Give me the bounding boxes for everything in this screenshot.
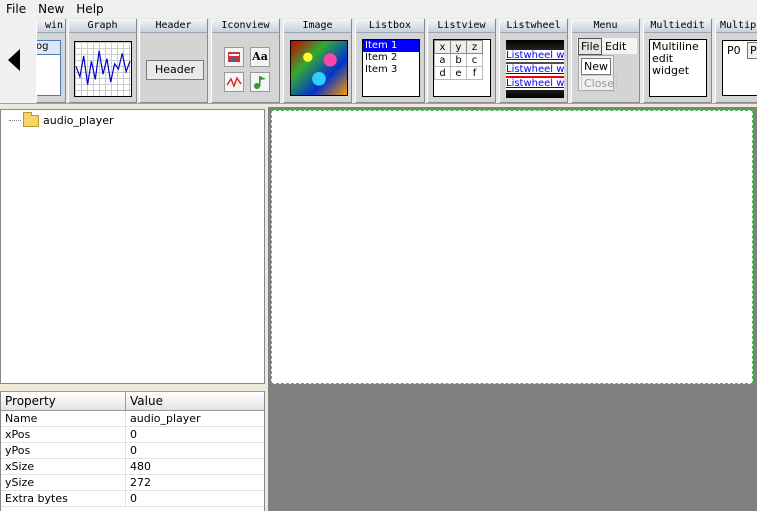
image-preview <box>290 40 348 96</box>
listview-grid: x y z a b c d e f <box>434 40 483 80</box>
listbox-item: Item 3 <box>365 64 398 75</box>
menu-file[interactable]: File <box>0 0 32 18</box>
listview-preview: x y z a b c d e f <box>433 39 491 97</box>
property-value[interactable]: 0 <box>126 491 264 506</box>
music-note-icon <box>250 72 270 92</box>
tile-title: Multip <box>716 19 757 33</box>
property-value[interactable]: 0 <box>126 427 264 442</box>
palette-tile-image[interactable]: Image <box>283 19 352 103</box>
listview-header-cell: y <box>450 40 467 54</box>
menu-preview-file: File <box>578 38 603 55</box>
menu-preview-dropdown: New Close <box>578 55 617 92</box>
tree-node-root[interactable]: audio_player <box>9 111 114 127</box>
listbox-item: Item 1 <box>363 40 419 52</box>
menu-bar: File New Help <box>0 0 757 18</box>
listview-cell: f <box>466 66 483 80</box>
palette-scroll-area <box>0 18 36 103</box>
window-preview-text: og <box>37 41 60 55</box>
design-area <box>268 107 757 511</box>
column-header-value[interactable]: Value <box>126 392 163 410</box>
column-header-property[interactable]: Property <box>1 392 126 410</box>
palette-tile-iconview[interactable]: Iconview Aa <box>211 19 280 103</box>
listbox-item: Item 2 <box>365 52 398 63</box>
menu-new[interactable]: New <box>32 0 70 18</box>
property-name: yPos <box>1 443 126 458</box>
chart-icon <box>224 72 244 92</box>
font-icon: Aa <box>250 47 270 67</box>
widget-palette: win og Graph Header Header Iconview Aa I… <box>0 18 757 104</box>
graph-line-icon <box>75 50 131 85</box>
multiedit-preview: Multiline edit widget <box>649 39 707 97</box>
tile-title: Listview <box>428 19 495 33</box>
palette-tile-graph[interactable]: Graph <box>68 19 137 103</box>
property-value[interactable]: audio_player <box>126 411 264 426</box>
property-name: ySize <box>1 475 126 490</box>
menu-preview-edit: Edit <box>605 40 627 53</box>
multipage-preview: P0 P <box>722 40 757 96</box>
property-value[interactable]: 480 <box>126 459 264 474</box>
tile-title: Menu <box>572 19 639 33</box>
tile-title: Graph <box>69 19 136 33</box>
multipage-tab: P <box>747 42 757 59</box>
folder-icon <box>23 111 39 127</box>
listview-cell: a <box>434 53 451 67</box>
multiedit-line: widget <box>652 64 690 77</box>
tile-title: Listwheel <box>500 19 567 33</box>
tree-connector-line <box>9 120 21 121</box>
palette-tile-multiedit[interactable]: Multiedit Multiline edit widget <box>643 19 712 103</box>
palette-tile-listbox[interactable]: Listbox Item 1 Item 2 Item 3 <box>355 19 425 103</box>
listwheel-item: Listwheel wi <box>506 78 564 90</box>
property-name: xSize <box>1 459 126 474</box>
property-row[interactable]: Name audio_player <box>1 411 264 427</box>
palette-tile-multipage[interactable]: Multip P0 P <box>715 19 757 103</box>
tile-title: Iconview <box>212 19 279 33</box>
property-table: Property Value Name audio_player xPos 0 … <box>0 391 265 511</box>
listbox-preview: Item 1 Item 2 Item 3 <box>362 39 420 97</box>
tile-title: Header <box>140 19 207 33</box>
header-preview-button: Header <box>146 60 204 80</box>
property-name: xPos <box>1 427 126 442</box>
property-row[interactable]: Extra bytes 0 <box>1 491 264 507</box>
listwheel-item: Listwheel wi <box>506 63 564 77</box>
property-name: Extra bytes <box>1 491 126 506</box>
scroll-left-arrow-icon[interactable] <box>8 49 20 71</box>
property-table-header: Property Value <box>1 391 264 411</box>
palette-tile-window[interactable]: win og <box>36 19 66 103</box>
tile-title: Listbox <box>356 19 424 33</box>
menu-preview-close: Close <box>581 75 617 92</box>
property-value[interactable]: 272 <box>126 475 264 490</box>
menu-preview-new: New <box>581 58 611 75</box>
menu-help[interactable]: Help <box>70 0 109 18</box>
listview-cell: d <box>434 66 451 80</box>
listview-cell: e <box>450 66 467 80</box>
tree-node-label[interactable]: audio_player <box>43 114 114 127</box>
design-canvas[interactable] <box>271 110 753 384</box>
listview-header-cell: x <box>434 40 451 54</box>
listwheel-item: Listwheel wi <box>506 50 564 62</box>
listview-cell: c <box>466 53 483 67</box>
palette-tile-menu[interactable]: Menu File Edit New Close <box>571 19 640 103</box>
property-row[interactable]: xPos 0 <box>1 427 264 443</box>
multipage-tab: P0 <box>727 44 741 57</box>
graph-preview <box>74 41 132 97</box>
listview-header-cell: z <box>466 40 483 54</box>
palette-tile-listview[interactable]: Listview x y z a b c d e f <box>427 19 496 103</box>
window-preview: og <box>37 40 61 96</box>
tile-title: win <box>37 19 65 33</box>
tile-title: Image <box>284 19 351 33</box>
palette-tile-listwheel[interactable]: Listwheel Listwheel wi Listwheel wi List… <box>499 19 568 103</box>
property-name: Name <box>1 411 126 426</box>
widget-tree-panel: audio_player <box>0 109 265 384</box>
property-row[interactable]: ySize 272 <box>1 475 264 491</box>
property-row[interactable]: yPos 0 <box>1 443 264 459</box>
book-icon <box>224 47 244 67</box>
tile-title: Multiedit <box>644 19 711 33</box>
listwheel-preview: Listwheel wi Listwheel wi Listwheel wi <box>506 40 564 98</box>
palette-tile-header[interactable]: Header Header <box>139 19 208 103</box>
property-value[interactable]: 0 <box>126 443 264 458</box>
listview-cell: b <box>450 53 467 67</box>
property-row[interactable]: xSize 480 <box>1 459 264 475</box>
